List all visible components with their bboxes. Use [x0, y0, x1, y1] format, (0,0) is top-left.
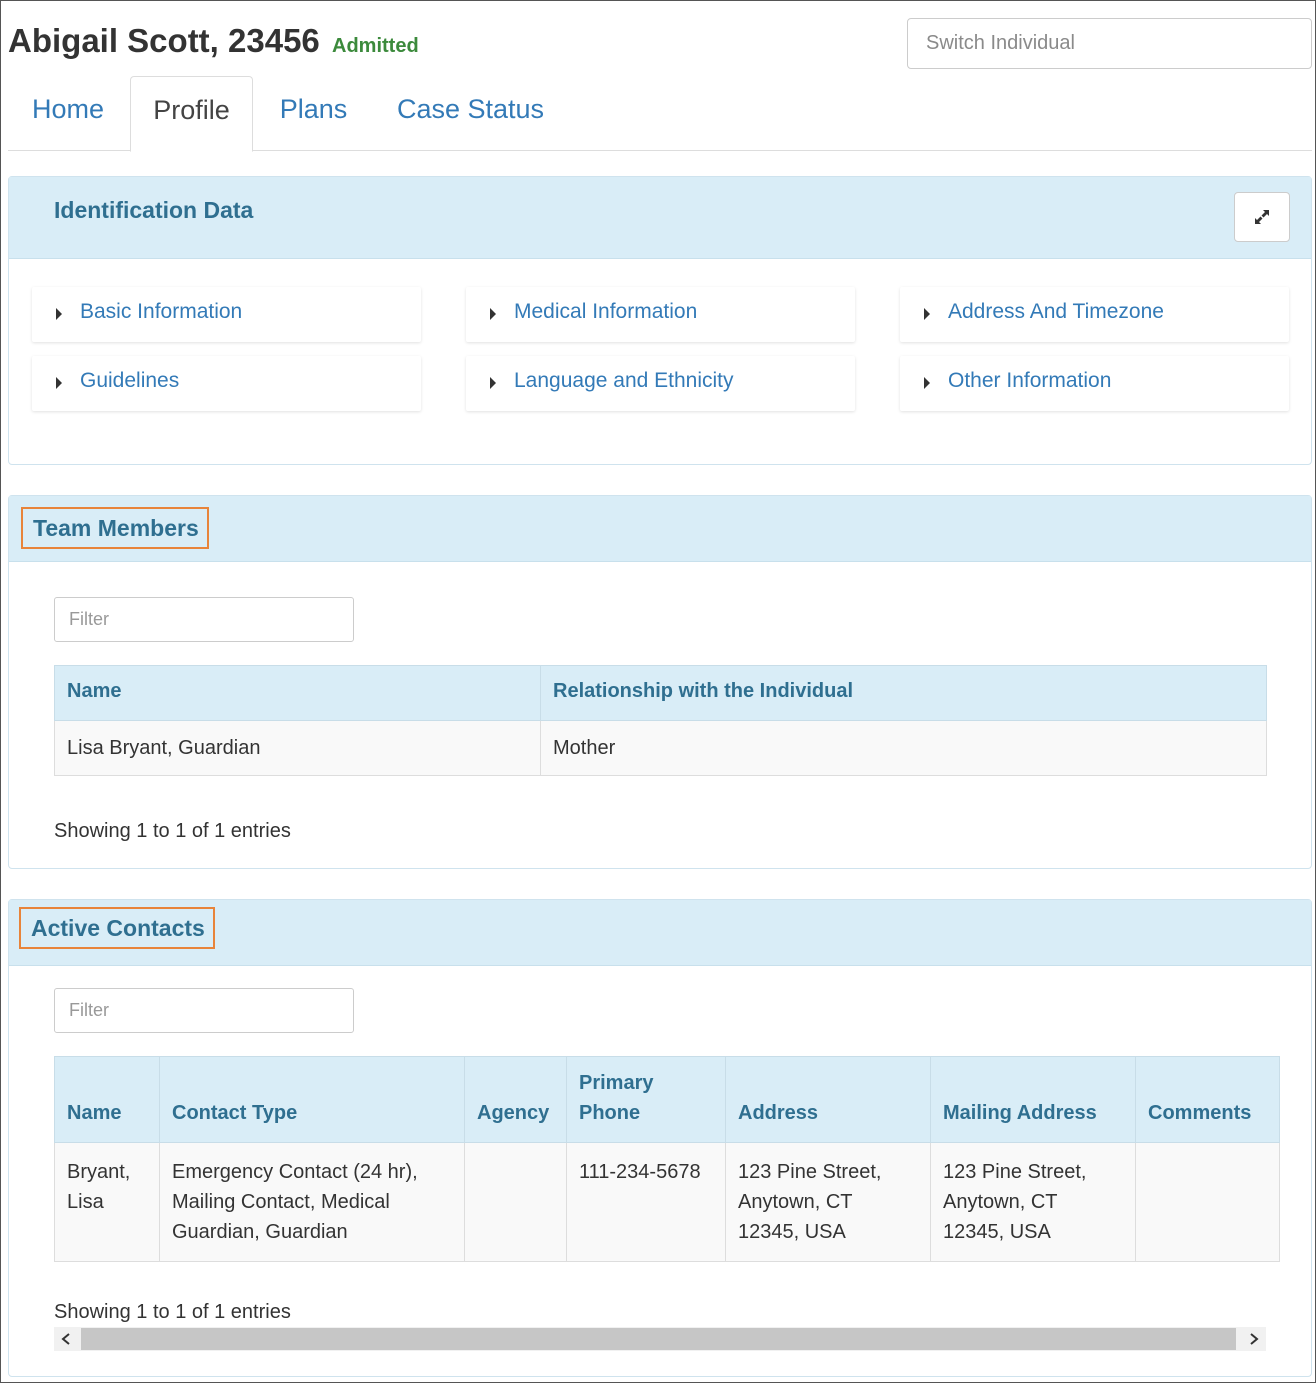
tab-case-status[interactable]: Case Status — [378, 76, 563, 151]
expand-icon — [1255, 210, 1269, 224]
scrollbar-thumb[interactable] — [81, 1328, 1236, 1350]
accordion-label: Language and Ethnicity — [514, 369, 734, 392]
panel-title: Identification Data — [54, 197, 254, 223]
column-header-address[interactable]: Address — [725, 1056, 931, 1143]
chevron-right-icon — [1250, 1333, 1259, 1345]
tab-plans[interactable]: Plans — [256, 76, 371, 151]
accordion-address-and-timezone[interactable]: Address And Timezone — [900, 287, 1289, 342]
cell-relationship: Mother — [540, 720, 1267, 776]
column-header-name[interactable]: Name — [54, 665, 541, 721]
panel-heading: Identification Data — [9, 177, 1311, 259]
column-header-comments[interactable]: Comments — [1135, 1056, 1280, 1143]
accordion-label: Basic Information — [80, 300, 243, 323]
switch-individual-input[interactable] — [907, 18, 1312, 69]
accordion-label: Address And Timezone — [948, 300, 1164, 323]
accordion-label: Guidelines — [80, 369, 180, 392]
cell-address: 123 Pine Street, Anytown, CT 12345, USA — [725, 1142, 931, 1262]
caret-right-icon — [924, 377, 930, 389]
caret-right-icon — [56, 308, 62, 320]
chevron-left-icon — [61, 1333, 70, 1345]
scroll-right-button[interactable] — [1242, 1327, 1266, 1351]
tab-home[interactable]: Home — [8, 76, 128, 151]
active-contacts-panel: Active Contacts Name Contact Type Agency… — [8, 899, 1312, 1377]
accordion-label: Medical Information — [514, 300, 698, 323]
page-title: Abigail Scott, 23456 — [8, 22, 320, 59]
team-members-panel: Team Members Name Relationship with the … — [8, 495, 1312, 869]
tab-profile[interactable]: Profile — [130, 76, 253, 152]
table-header-row: Name Relationship with the Individual — [54, 665, 1267, 721]
accordion-language-and-ethnicity[interactable]: Language and Ethnicity — [466, 356, 855, 411]
cell-name: Bryant, Lisa — [54, 1142, 160, 1262]
column-header-contact-type[interactable]: Contact Type — [159, 1056, 465, 1143]
column-header-mailing-address[interactable]: Mailing Address — [930, 1056, 1136, 1143]
active-contacts-filter-input[interactable] — [54, 988, 354, 1033]
panel-title: Team Members — [21, 507, 209, 549]
table-header-row: Name Contact Type Agency Primary Phone A… — [54, 1056, 1280, 1143]
cell-comments — [1135, 1142, 1280, 1262]
cell-name: Lisa Bryant, Guardian — [54, 720, 541, 776]
caret-right-icon — [924, 308, 930, 320]
accordion-medical-information[interactable]: Medical Information — [466, 287, 855, 342]
column-header-name[interactable]: Name — [54, 1056, 160, 1143]
table-row: Lisa Bryant, Guardian Mother — [54, 720, 1267, 776]
cell-agency — [464, 1142, 567, 1262]
accordion-label: Other Information — [948, 369, 1112, 392]
table-row: Bryant, Lisa Emergency Contact (24 hr), … — [54, 1142, 1280, 1262]
active-contacts-table: Name Contact Type Agency Primary Phone A… — [54, 1056, 1280, 1262]
accordion-basic-information[interactable]: Basic Information — [32, 287, 421, 342]
team-members-filter-input[interactable] — [54, 597, 354, 642]
panel-title: Active Contacts — [19, 907, 215, 949]
panel-heading: Team Members — [9, 496, 1311, 562]
status-badge: Admitted — [332, 35, 419, 57]
accordion-guidelines[interactable]: Guidelines — [32, 356, 421, 411]
individual-header: Abigail Scott, 23456 Admitted — [8, 18, 1312, 74]
column-header-relationship[interactable]: Relationship with the Individual — [540, 665, 1267, 721]
team-members-table: Name Relationship with the Individual Li… — [54, 665, 1267, 776]
column-header-primary-phone[interactable]: Primary Phone — [566, 1056, 726, 1143]
accordion-other-information[interactable]: Other Information — [900, 356, 1289, 411]
caret-right-icon — [490, 377, 496, 389]
scroll-left-button[interactable] — [54, 1327, 78, 1351]
expand-button[interactable] — [1234, 192, 1290, 242]
identification-panel: Identification Data Basic Information Me… — [8, 176, 1312, 465]
main-tabs: Home Profile Plans Case Status — [8, 76, 1312, 152]
column-header-agency[interactable]: Agency — [464, 1056, 567, 1143]
caret-right-icon — [56, 377, 62, 389]
cell-primary-phone: 111-234-5678 — [566, 1142, 726, 1262]
table-info: Showing 1 to 1 of 1 entries — [54, 1301, 291, 1323]
cell-mailing-address: 123 Pine Street, Anytown, CT 12345, USA — [930, 1142, 1136, 1262]
table-info: Showing 1 to 1 of 1 entries — [54, 820, 291, 842]
caret-right-icon — [490, 308, 496, 320]
cell-contact-type: Emergency Contact (24 hr), Mailing Conta… — [159, 1142, 465, 1262]
horizontal-scrollbar[interactable] — [54, 1327, 1266, 1351]
panel-heading: Active Contacts — [9, 900, 1311, 966]
